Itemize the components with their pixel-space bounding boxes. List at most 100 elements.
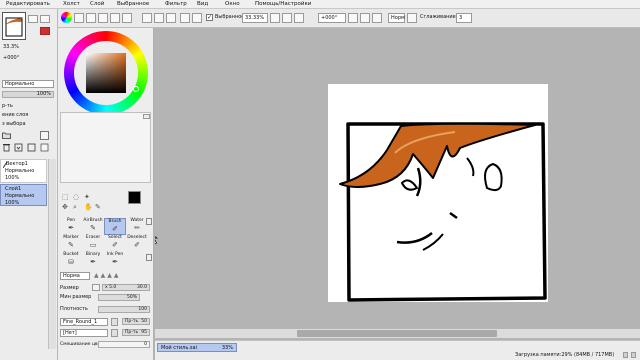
size-slider[interactable]: x 5.0 30.0: [102, 284, 150, 291]
undo-icon[interactable]: [180, 13, 190, 23]
mixer-icon[interactable]: [122, 13, 132, 23]
merge-layer-icon[interactable]: [14, 143, 23, 152]
binary-pen-icon: ✒: [90, 258, 96, 266]
layer-action-icon[interactable]: [40, 131, 49, 140]
show-selection-icon[interactable]: [166, 13, 176, 23]
selected-checkbox[interactable]: ✓: [206, 14, 213, 21]
nav-zoom-value[interactable]: 33.3%: [3, 44, 60, 50]
zoom-field[interactable]: 33.33%: [242, 13, 268, 23]
tool-scroll-down-icon[interactable]: [146, 254, 152, 261]
stabilizer-select[interactable]: 3: [456, 13, 472, 23]
rotate-reset-icon[interactable]: [372, 13, 382, 23]
tool-eraser[interactable]: Eraser ▭: [82, 235, 104, 252]
color-panel-icon[interactable]: [74, 13, 84, 23]
scratchpad-scroll-icon[interactable]: [143, 114, 150, 119]
shape-options-icon[interactable]: [111, 318, 118, 326]
horizontal-scroll-thumb[interactable]: [297, 330, 497, 337]
layer-item-vector1[interactable]: Вектор1 Нормально 100%: [0, 159, 47, 183]
tool-scroll-up-icon[interactable]: [146, 218, 152, 225]
tool-bucket[interactable]: Bucket ⛁: [60, 252, 82, 269]
hue-marker-icon[interactable]: [133, 86, 139, 92]
zoom-in-icon[interactable]: [270, 13, 280, 23]
min-size-slider[interactable]: 50%: [98, 294, 140, 301]
new-layer-folder-icon[interactable]: [2, 131, 11, 139]
zoom-reset-icon[interactable]: [294, 13, 304, 23]
tool-select[interactable]: Select ✐: [104, 235, 126, 252]
density-slider[interactable]: 100: [98, 306, 150, 313]
deselect-icon[interactable]: [142, 13, 152, 23]
min-size-label: Мин размер: [60, 294, 92, 300]
navigator-thumbnail[interactable]: [2, 12, 26, 40]
layer-settings-icon[interactable]: [40, 143, 49, 152]
zoom-out-icon[interactable]: [282, 13, 292, 23]
menu-filter[interactable]: Фильтр: [165, 1, 187, 7]
color-wheel[interactable]: [64, 31, 148, 115]
clear-layer-icon[interactable]: [27, 143, 36, 152]
select-brush-icon: ✐: [112, 241, 118, 249]
texture-strength-slider[interactable]: Пр-ть 95: [122, 329, 150, 336]
canvas-tab[interactable]: Мой стиль.sai 33%: [157, 343, 237, 352]
texture-select[interactable]: [Нет]: [60, 329, 108, 337]
blend-mode-select[interactable]: Норм: [388, 13, 405, 23]
menu-layer[interactable]: Слой: [90, 1, 104, 7]
slider-panel-icon[interactable]: [98, 13, 108, 23]
tool-marker[interactable]: Marker ✎: [60, 235, 82, 252]
menu-help[interactable]: Помощь/Настройки: [255, 1, 311, 7]
eyedropper-icon[interactable]: ✎: [95, 203, 101, 211]
layer-blend-mode-select[interactable]: Нормально: [2, 80, 54, 88]
brush-shape-presets-icon[interactable]: ▲▲▲▲: [94, 272, 149, 280]
lasso-icon[interactable]: ◌: [73, 193, 79, 201]
color-mix-slider[interactable]: 0: [98, 341, 150, 348]
brush-shape-select[interactable]: Fine_Round_1: [60, 318, 108, 326]
layer-scrollbar[interactable]: [48, 159, 56, 349]
menu-canvas[interactable]: Холст: [63, 1, 80, 7]
trash-icon[interactable]: [2, 143, 11, 152]
toolbar: ✓ Выбранное 33.33% +000° Норм Сглаживани…: [58, 9, 640, 28]
layer-option-3[interactable]: з выбора: [2, 121, 59, 127]
foreground-color-swatch[interactable]: [128, 191, 141, 204]
tool-binary[interactable]: Binary ✒: [82, 252, 104, 269]
magic-wand-icon[interactable]: ✦: [84, 193, 90, 201]
invert-selection-icon[interactable]: [154, 13, 164, 23]
flip-icon[interactable]: [407, 13, 417, 23]
rotation-field[interactable]: +000°: [318, 13, 346, 23]
canvas-drawing[interactable]: [148, 28, 640, 329]
layer-option-1[interactable]: р-ть: [2, 103, 59, 109]
rotate-right-icon[interactable]: [360, 13, 370, 23]
menu-edit[interactable]: Редактировать: [6, 1, 50, 7]
layer-opacity-slider[interactable]: 100%: [2, 91, 54, 98]
status-indicator-2-icon: [631, 352, 636, 358]
zoom-tool-icon[interactable]: ⌕: [73, 203, 77, 212]
nav-rotate-icon[interactable]: [40, 27, 50, 35]
swatch-panel-icon[interactable]: [86, 13, 96, 23]
nav-rotation-value[interactable]: +000°: [3, 55, 60, 61]
redo-icon[interactable]: [192, 13, 202, 23]
color-wheel-icon[interactable]: [61, 12, 72, 23]
saturation-value-square[interactable]: [86, 53, 126, 93]
layer-option-2[interactable]: ение слоя: [2, 112, 59, 118]
layer-item-layer1[interactable]: Слой1 Нормально 100%: [0, 184, 47, 206]
nav-zoom-in-icon[interactable]: [28, 15, 38, 23]
size-lock-icon[interactable]: [92, 284, 100, 291]
tool-deselect[interactable]: Deselect ✐: [126, 235, 148, 252]
tool-pen[interactable]: Pen ✒: [60, 218, 82, 235]
shape-strength-slider[interactable]: Пр-ть 50: [122, 318, 150, 325]
texture-options-icon[interactable]: [111, 329, 118, 337]
tool-brush[interactable]: Brush ✐: [104, 218, 126, 235]
menu-selection[interactable]: Выбранное: [117, 1, 149, 7]
scratchpad[interactable]: [60, 112, 151, 183]
hand-tool-icon[interactable]: ✋: [84, 203, 93, 211]
navigator-preview-icon: [5, 17, 23, 37]
tool-water[interactable]: Water ✏: [126, 218, 148, 235]
scratchpad-icon[interactable]: [110, 13, 120, 23]
menu-window[interactable]: Окно: [225, 1, 240, 7]
rect-select-icon[interactable]: ⬚: [62, 193, 69, 201]
rotate-left-icon[interactable]: [348, 13, 358, 23]
tool-ink-pen[interactable]: Ink Pen ✒: [104, 252, 126, 269]
nav-zoom-out-icon[interactable]: [40, 15, 50, 23]
tool-airbrush[interactable]: AirBrush ✎: [82, 218, 104, 235]
canvas-area[interactable]: [148, 28, 640, 340]
menu-view[interactable]: Вид: [197, 1, 208, 7]
move-icon[interactable]: ✥: [62, 203, 68, 211]
brush-blend-select[interactable]: Норма: [60, 272, 90, 280]
